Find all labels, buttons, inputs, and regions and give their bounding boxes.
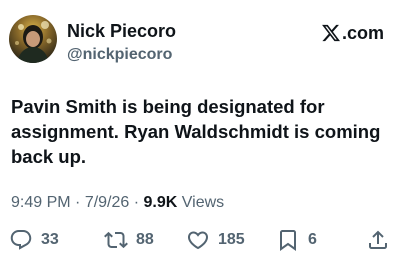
like-count: 185: [218, 231, 245, 248]
tweet-meta: 9:49 PM · 7/9/26 · 9.9K Views: [11, 193, 224, 213]
tweet-text: Pavin Smith is being designated for assi…: [11, 96, 381, 167]
avatar[interactable]: [9, 15, 57, 63]
user-handle[interactable]: @nickpiecoro: [67, 45, 176, 65]
reply-button[interactable]: 33: [9, 226, 59, 254]
reply-icon: [10, 230, 32, 250]
reply-count: 33: [41, 231, 59, 248]
tweet-card: Nick Piecoro @nickpiecoro .com Pavin Smi…: [0, 0, 399, 262]
action-bar: 33 88 185 6: [0, 226, 399, 254]
tweet-time[interactable]: 9:49 PM: [11, 194, 71, 211]
meta-separator: ·: [70, 194, 85, 211]
display-name[interactable]: Nick Piecoro: [67, 20, 176, 42]
views-count[interactable]: 9.9K: [144, 194, 178, 211]
profile-photo-icon: [9, 15, 57, 63]
share-button[interactable]: [366, 226, 390, 254]
views-label: Views: [177, 194, 225, 211]
bookmark-count: 6: [308, 231, 317, 248]
like-button[interactable]: 185: [186, 226, 245, 254]
meta-separator: ·: [129, 194, 144, 211]
brand-domain-text: .com: [341, 23, 384, 43]
repost-button[interactable]: 88: [104, 226, 154, 254]
bookmark-icon: [280, 230, 296, 251]
repost-count: 88: [136, 231, 154, 248]
x-com-brand[interactable]: .com: [321, 20, 384, 46]
share-icon: [369, 230, 387, 249]
repost-icon: [104, 231, 128, 249]
heart-icon: [187, 231, 209, 250]
bookmark-button[interactable]: 6: [276, 226, 317, 254]
tweet-date[interactable]: 7/9/26: [85, 194, 129, 211]
user-info: Nick Piecoro @nickpiecoro: [67, 20, 176, 65]
x-logo-icon: [322, 24, 341, 42]
